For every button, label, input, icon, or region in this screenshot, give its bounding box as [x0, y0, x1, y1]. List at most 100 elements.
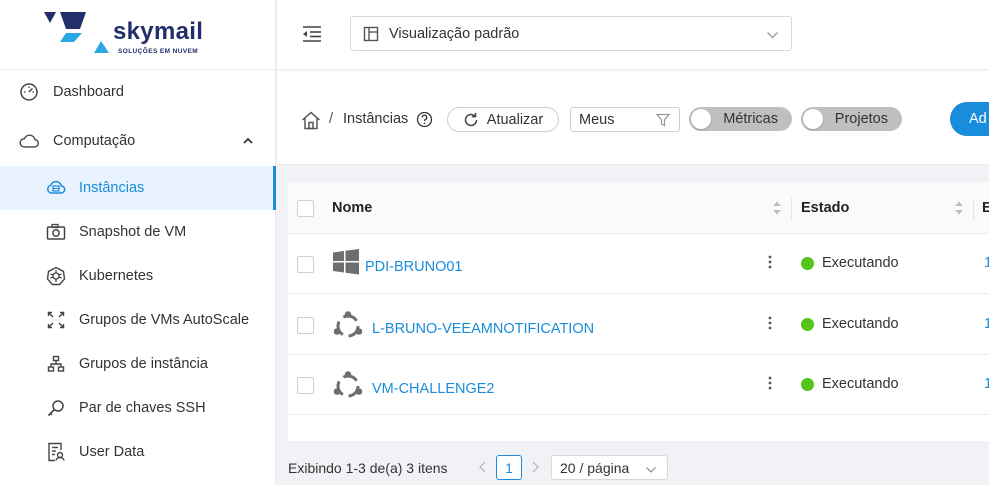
refresh-button[interactable]: Atualizar: [447, 107, 559, 132]
column-divider: [973, 198, 974, 220]
chevron-down-icon: [766, 28, 779, 44]
sidebar-item-label: Grupos de instância: [79, 356, 208, 372]
instance-cloud-icon: [46, 178, 66, 198]
instance-name-link[interactable]: VM-CHALLENGE2: [372, 381, 494, 397]
sidebar-item-label: Kubernetes: [79, 268, 154, 284]
add-instance-button-label: Ad: [969, 111, 987, 127]
sidebar-item-instancias[interactable]: Instâncias: [0, 166, 276, 210]
table-header: Nome Estado E: [288, 182, 989, 234]
menu-fold-icon[interactable]: [301, 24, 323, 44]
sidebar-item-dashboard[interactable]: Dashboard: [0, 70, 276, 114]
sidebar-item-ssh-keys[interactable]: Par de chaves SSH: [0, 386, 276, 430]
instance-status: Executando: [822, 255, 899, 271]
filter-icon: [655, 113, 671, 131]
help-icon[interactable]: [416, 111, 433, 131]
sidebar: skymail SOLUÇÕES EM NUVEM Dashboard Comp…: [0, 0, 276, 485]
column-header-status[interactable]: Estado: [801, 200, 849, 216]
instance-status: Executando: [822, 376, 899, 392]
sidebar-item-label: Par de chaves SSH: [79, 400, 206, 416]
toggle-knob: [691, 109, 711, 129]
select-all-checkbox[interactable]: [297, 200, 314, 217]
more-options-icon[interactable]: [767, 315, 773, 334]
instance-name-link[interactable]: L-BRUNO-VEEAMNOTIFICATION: [372, 321, 594, 337]
instance-name-link[interactable]: PDI-BRUNO01: [365, 259, 463, 275]
status-running-dot: [801, 318, 814, 331]
instances-table: Nome Estado E PDI-BRUNO01 Executando 1 L…: [288, 182, 989, 441]
metrics-toggle[interactable]: Métricas: [689, 107, 792, 131]
owner-filter-select[interactable]: Meus: [570, 107, 680, 132]
page-size-select[interactable]: 20 / página: [551, 455, 668, 480]
windows-icon: [332, 248, 360, 279]
instance-status: Executando: [822, 316, 899, 332]
toggle-knob: [803, 109, 823, 129]
column-divider: [791, 198, 792, 220]
owner-filter-value: Meus: [579, 111, 615, 128]
sort-icon[interactable]: [954, 200, 964, 219]
row-checkbox[interactable]: [297, 377, 314, 394]
sidebar-item-snapshot[interactable]: Snapshot de VM: [0, 210, 276, 254]
dashboard-icon: [19, 82, 39, 102]
autoscale-icon: [46, 310, 66, 330]
sidebar-item-label: Snapshot de VM: [79, 224, 187, 240]
refresh-button-label: Atualizar: [486, 111, 544, 128]
sidebar-item-computacao[interactable]: Computação: [0, 119, 276, 163]
brand-tagline: SOLUÇÕES EM NUVEM: [118, 48, 199, 55]
row-checkbox[interactable]: [297, 256, 314, 273]
breadcrumb-current: Instâncias: [343, 111, 409, 127]
key-icon: [46, 398, 66, 418]
sort-icon[interactable]: [772, 200, 782, 219]
sidebar-item-user-data[interactable]: User Data: [0, 430, 276, 474]
sidebar-item-label: Computação: [53, 133, 136, 149]
ubuntu-icon: [332, 370, 364, 405]
instance-ip-link[interactable]: 1: [984, 376, 989, 392]
instance-ip-link[interactable]: 1: [984, 255, 989, 271]
page-size-value: 20 / página: [560, 459, 630, 476]
layout-icon: [363, 26, 379, 42]
camera-icon: [46, 222, 66, 242]
brand-name: skymail: [113, 18, 204, 45]
projects-toggle-label: Projetos: [834, 111, 888, 127]
sidebar-item-label: Grupos de VMs AutoScale: [79, 312, 250, 328]
chevron-right-icon[interactable]: [530, 460, 540, 477]
logo[interactable]: skymail SOLUÇÕES EM NUVEM: [0, 0, 276, 70]
sidebar-item-label: Instâncias: [79, 180, 145, 196]
header: Visualização padrão: [277, 0, 989, 70]
cloud-icon: [19, 131, 39, 151]
table-row[interactable]: L-BRUNO-VEEAMNOTIFICATION Executando 1: [288, 295, 989, 355]
sidebar-item-autoscale[interactable]: Grupos de VMs AutoScale: [0, 298, 276, 342]
more-options-icon[interactable]: [767, 375, 773, 394]
sidebar-item-grupos-instancia[interactable]: Grupos de instância: [0, 342, 276, 386]
add-instance-button[interactable]: Ad: [950, 102, 989, 136]
more-options-icon[interactable]: [767, 254, 773, 273]
reload-icon: [463, 112, 479, 128]
pagination-page-number: 1: [505, 459, 513, 476]
column-header-ip[interactable]: E: [982, 200, 989, 216]
view-selector[interactable]: Visualização padrão: [350, 16, 792, 51]
breadcrumb-separator: /: [329, 111, 334, 127]
metrics-toggle-label: Métricas: [723, 111, 778, 127]
table-row[interactable]: VM-CHALLENGE2 Executando 1: [288, 355, 989, 415]
view-selector-value: Visualização padrão: [389, 25, 520, 42]
cluster-icon: [46, 354, 66, 374]
chevron-down-icon: [645, 462, 657, 478]
pagination-info: Exibindo 1-3 de(a) 3 itens: [288, 460, 448, 476]
pagination-page-1[interactable]: 1: [496, 455, 522, 480]
column-header-name[interactable]: Nome: [332, 200, 372, 216]
chevron-left-icon[interactable]: [478, 460, 488, 477]
sidebar-item-label: Dashboard: [53, 84, 124, 100]
chevron-up-icon[interactable]: [242, 134, 254, 150]
sidebar-item-kubernetes[interactable]: Kubernetes: [0, 254, 276, 298]
row-checkbox[interactable]: [297, 317, 314, 334]
projects-toggle[interactable]: Projetos: [801, 107, 902, 131]
kubernetes-icon: [46, 266, 66, 286]
status-running-dot: [801, 257, 814, 270]
toolbar: / Instâncias Atualizar Meus Métricas Pro…: [277, 71, 989, 165]
instance-ip-link[interactable]: 1: [984, 316, 989, 332]
ubuntu-icon: [332, 310, 364, 345]
user-data-icon: [46, 442, 66, 462]
skymail-logo-icon: [44, 12, 109, 53]
sidebar-item-label: User Data: [79, 444, 145, 460]
home-icon[interactable]: [301, 111, 321, 133]
status-running-dot: [801, 378, 814, 391]
table-row[interactable]: PDI-BRUNO01 Executando 1: [288, 234, 989, 294]
